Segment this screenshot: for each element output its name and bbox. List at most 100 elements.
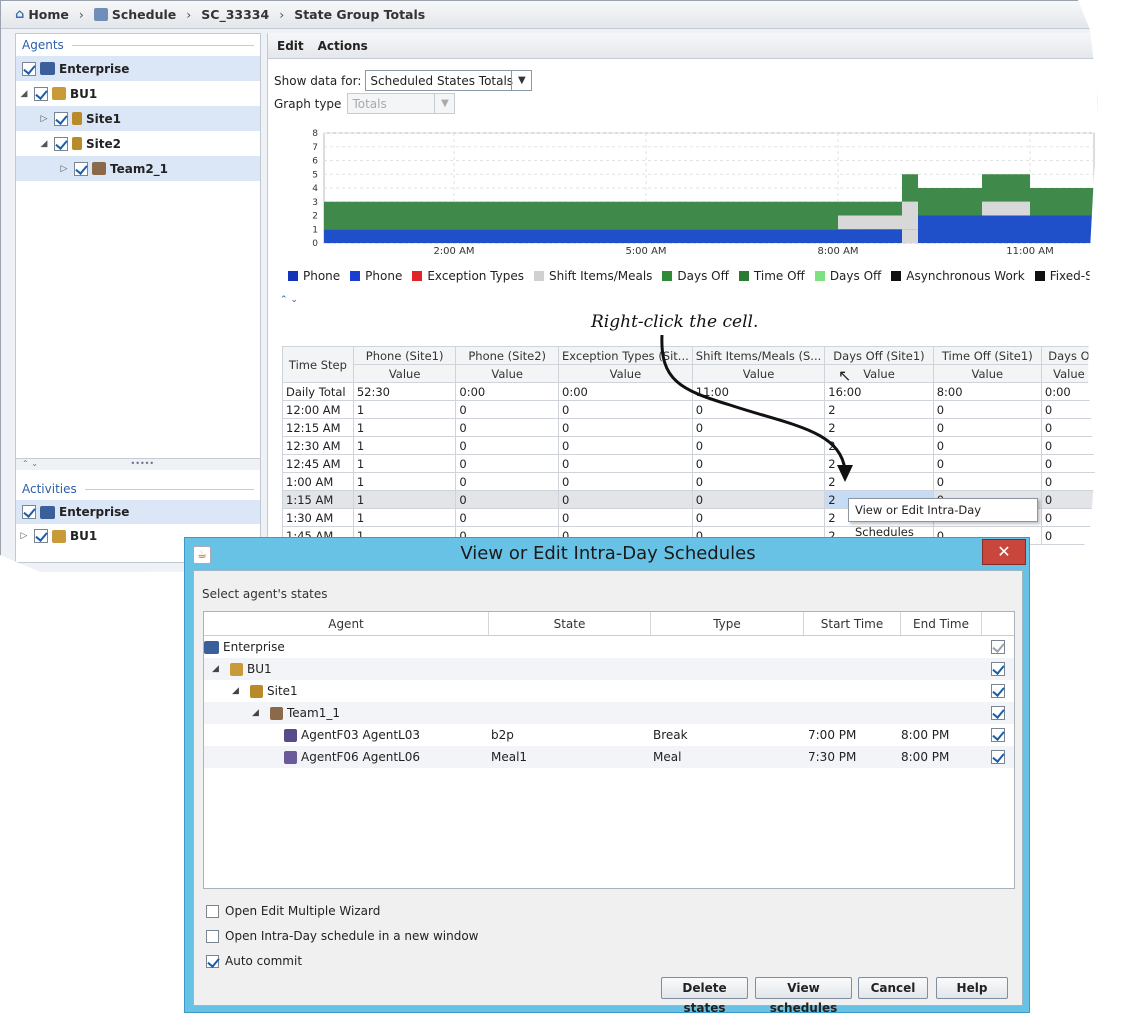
column-type[interactable]: Type: [651, 612, 804, 635]
tree-node-site1[interactable]: ▷ Site1: [16, 106, 260, 131]
table-cell[interactable]: 12:45 AM: [282, 454, 354, 473]
collapse-expand-arrows-icon[interactable]: ⌃ ⌄: [280, 295, 298, 305]
table-cell[interactable]: 12:00 AM: [282, 400, 354, 419]
expand-triangle-icon[interactable]: ◢: [212, 664, 226, 674]
site1-checkbox[interactable]: [54, 111, 68, 126]
row-select-checkbox[interactable]: [991, 750, 1005, 764]
expand-triangle-icon[interactable]: ◢: [38, 139, 50, 149]
row-select-checkbox[interactable]: [991, 662, 1005, 676]
help-button[interactable]: Help: [936, 977, 1008, 999]
menu-actions[interactable]: Actions: [318, 39, 368, 53]
column-header[interactable]: Phone (Site1): [352, 346, 457, 365]
graph-type-select[interactable]: Totals ▼: [347, 93, 456, 114]
option-open-edit-multiple[interactable]: Open Edit Multiple Wizard: [206, 904, 380, 918]
column-agent[interactable]: Agent: [204, 612, 489, 635]
table-cell[interactable]: 0: [1040, 508, 1098, 527]
splitter-handle[interactable]: ⌃ ⌄ •••••: [16, 458, 260, 470]
table-cell[interactable]: 0: [932, 418, 1042, 437]
table-cell[interactable]: 0: [455, 436, 559, 455]
open-edit-multiple-checkbox[interactable]: [206, 904, 219, 918]
activity-bu1-checkbox[interactable]: [34, 529, 48, 543]
option-open-new-window[interactable]: Open Intra-Day schedule in a new window: [206, 929, 479, 943]
option-auto-commit[interactable]: Auto commit: [206, 954, 302, 968]
table-cell[interactable]: 0: [455, 490, 559, 509]
collapse-triangle-icon[interactable]: ▷: [38, 114, 50, 124]
table-cell[interactable]: 0: [455, 400, 559, 419]
tree-node-team2-1[interactable]: ▷ Team2_1: [16, 156, 260, 181]
row-select-checkbox[interactable]: [991, 728, 1005, 742]
table-cell[interactable]: 0: [1040, 526, 1098, 545]
table-cell[interactable]: 8:00: [932, 382, 1042, 401]
table-cell[interactable]: 1: [352, 490, 457, 509]
tree-node-bu1[interactable]: ◢ BU1: [16, 81, 260, 106]
activity-node-enterprise[interactable]: Enterprise: [16, 500, 260, 524]
table-cell[interactable]: 0: [558, 508, 693, 527]
site2-checkbox[interactable]: [54, 136, 68, 151]
table-cell[interactable]: 0: [932, 454, 1042, 473]
tree-node-enterprise[interactable]: Enterprise: [16, 56, 260, 81]
table-cell[interactable]: 0: [691, 508, 826, 527]
table-cell[interactable]: 1: [352, 400, 457, 419]
table-cell[interactable]: 0: [932, 472, 1042, 491]
table-cell[interactable]: 0: [455, 418, 559, 437]
table-cell[interactable]: 0: [1040, 490, 1098, 509]
breadcrumb-schedule[interactable]: Schedule: [93, 7, 176, 22]
column-header[interactable]: Phone (Site2): [455, 346, 559, 365]
team2-1-checkbox[interactable]: [74, 161, 88, 176]
collapse-triangle-icon[interactable]: ▷: [58, 164, 70, 174]
table-cell[interactable]: 1:30 AM: [282, 508, 354, 527]
delete-states-button[interactable]: Delete states: [661, 977, 748, 1015]
tree-node-site2[interactable]: ◢ Site2: [16, 131, 260, 156]
table-cell[interactable]: 52:30: [352, 382, 457, 401]
collapse-triangle-icon[interactable]: ▷: [18, 531, 30, 541]
table-cell[interactable]: 0: [1040, 418, 1098, 437]
menu-edit[interactable]: Edit: [277, 39, 304, 53]
agent-state-row[interactable]: AgentF03 AgentL03 b2p Break 7:00 PM 8:00 PM: [204, 724, 1014, 746]
expand-triangle-icon[interactable]: ◢: [252, 708, 266, 718]
table-cell[interactable]: 0:00: [455, 382, 559, 401]
table-cell[interactable]: 1: [352, 418, 457, 437]
expand-triangle-icon[interactable]: ◢: [18, 89, 30, 99]
table-cell[interactable]: 0: [455, 472, 559, 491]
table-cell[interactable]: 12:15 AM: [282, 418, 354, 437]
column-end-time[interactable]: End Time: [901, 612, 982, 635]
agent-state-row[interactable]: AgentF06 AgentL06 Meal1 Meal 7:30 PM 8:00 PM: [204, 746, 1014, 768]
agent-state-row[interactable]: Enterprise: [204, 636, 1014, 658]
table-cell[interactable]: 1:00 AM: [282, 472, 354, 491]
column-time-step[interactable]: Time Step: [282, 346, 354, 383]
table-cell[interactable]: 1: [352, 454, 457, 473]
bu1-checkbox[interactable]: [34, 86, 48, 101]
cancel-button[interactable]: Cancel: [858, 977, 928, 999]
table-cell[interactable]: 0:00: [1040, 382, 1098, 401]
table-cell[interactable]: 0: [1040, 436, 1098, 455]
table-cell[interactable]: Daily Total: [282, 382, 354, 401]
table-cell[interactable]: 1: [352, 508, 457, 527]
row-select-checkbox[interactable]: [991, 640, 1005, 654]
table-cell[interactable]: 0: [1040, 400, 1098, 419]
table-cell[interactable]: 1: [352, 472, 457, 491]
activity-enterprise-checkbox[interactable]: [22, 505, 36, 519]
agent-state-row[interactable]: ◢ Site1: [204, 680, 1014, 702]
view-schedules-button[interactable]: View schedules: [755, 977, 852, 1015]
table-cell[interactable]: 0: [1040, 454, 1098, 473]
enterprise-checkbox[interactable]: [22, 61, 36, 76]
show-data-select[interactable]: Scheduled States Totals ▼: [365, 70, 533, 91]
table-cell[interactable]: 1: [352, 436, 457, 455]
column-header[interactable]: Time Off (Site1): [932, 346, 1042, 365]
row-select-checkbox[interactable]: [991, 684, 1005, 698]
expand-triangle-icon[interactable]: ◢: [232, 686, 246, 696]
agent-state-row[interactable]: ◢ BU1: [204, 658, 1014, 680]
breadcrumb-home[interactable]: ⌂ Home: [15, 7, 69, 22]
table-cell[interactable]: 0: [932, 400, 1042, 419]
table-cell[interactable]: 0: [932, 436, 1042, 455]
table-cell[interactable]: 1:15 AM: [282, 490, 354, 509]
column-state[interactable]: State: [489, 612, 651, 635]
agent-state-row[interactable]: ◢ Team1_1: [204, 702, 1014, 724]
breadcrumb-scenario[interactable]: SC_33334: [201, 7, 269, 22]
row-select-checkbox[interactable]: [991, 706, 1005, 720]
table-cell[interactable]: 12:30 AM: [282, 436, 354, 455]
auto-commit-checkbox[interactable]: [206, 954, 219, 968]
open-new-window-checkbox[interactable]: [206, 929, 219, 943]
chevron-down-icon[interactable]: ▼: [511, 71, 531, 90]
table-cell[interactable]: 0: [455, 454, 559, 473]
